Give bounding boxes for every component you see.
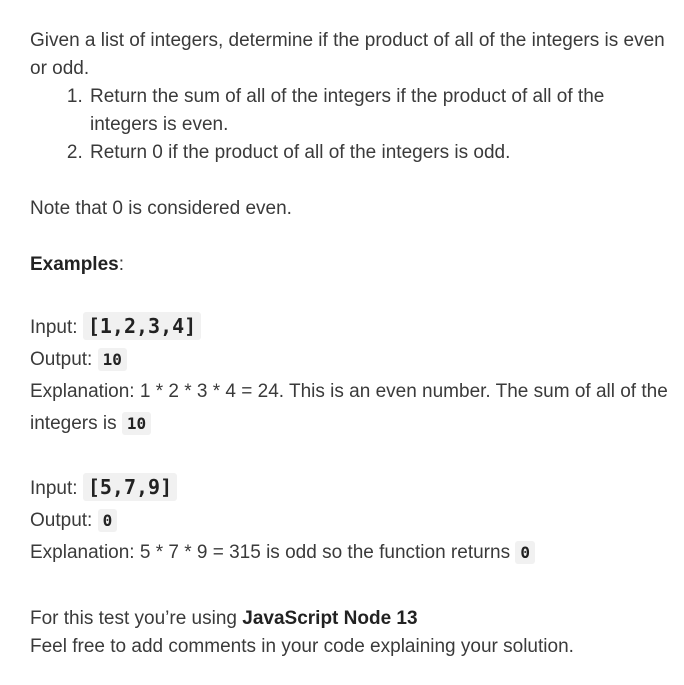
footer-language: JavaScript Node 13 — [242, 608, 418, 629]
example-explanation: Explanation: 1 * 2 * 3 * 4 = 24. This is… — [30, 376, 675, 440]
example-output-line: Output: 10 — [30, 344, 675, 376]
intro-text: Given a list of integers, determine if t… — [30, 30, 665, 79]
output-value: 0 — [97, 509, 118, 532]
footer-language-line: For this test you’re using JavaScript No… — [30, 605, 675, 633]
examples-heading: Examples: — [30, 251, 675, 279]
example-2: Input: [5,7,9] Output: 0 Explanation: 5 … — [30, 471, 675, 569]
output-label: Output: — [30, 510, 93, 531]
rules-list: Return the sum of all of the integers if… — [30, 83, 675, 167]
input-label: Input: — [30, 478, 78, 499]
rule-item: Return the sum of all of the integers if… — [88, 83, 675, 139]
examples-heading-label: Examples — [30, 254, 119, 275]
explanation-value: 0 — [515, 541, 535, 564]
examples-heading-colon: : — [118, 254, 125, 275]
example-output-line: Output: 0 — [30, 505, 675, 537]
output-label: Output: — [30, 349, 93, 370]
example-input-line: Input: [1,2,3,4] — [30, 310, 675, 344]
explanation-text: Explanation: 5 * 7 * 9 = 315 is odd so t… — [30, 542, 511, 563]
example-explanation: Explanation: 5 * 7 * 9 = 315 is odd so t… — [30, 537, 675, 569]
footer-instructions: Feel free to add comments in your code e… — [30, 636, 574, 657]
rule-item: Return 0 if the product of all of the in… — [88, 139, 675, 167]
example-1: Input: [1,2,3,4] Output: 10 Explanation:… — [30, 310, 675, 440]
footer-prefix: For this test you’re using — [30, 608, 237, 629]
input-value: [5,7,9] — [82, 473, 178, 501]
example-input-line: Input: [5,7,9] — [30, 471, 675, 505]
problem-description: Given a list of integers, determine if t… — [30, 27, 675, 661]
input-value: [1,2,3,4] — [82, 312, 202, 340]
input-label: Input: — [30, 317, 78, 338]
note-text: Note that 0 is considered even. — [30, 198, 292, 219]
explanation-value: 10 — [121, 412, 152, 435]
output-value: 10 — [97, 348, 127, 371]
footer: For this test you’re using JavaScript No… — [30, 605, 675, 661]
